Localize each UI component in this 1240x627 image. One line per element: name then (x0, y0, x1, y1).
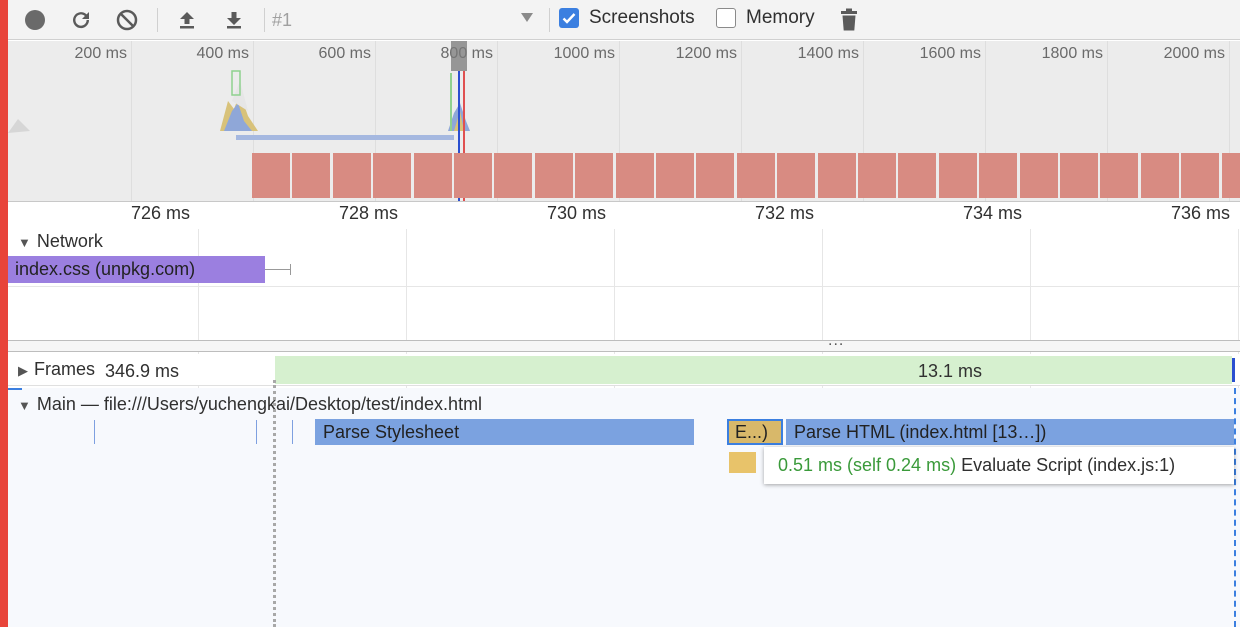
expand-triangle-icon[interactable]: ▼ (18, 235, 31, 250)
collapse-triangle-icon[interactable]: ▶ (18, 363, 28, 379)
frame-screenshot[interactable] (1140, 153, 1179, 198)
dom-content-loaded-marker (273, 380, 276, 627)
frame-screenshot[interactable] (656, 153, 694, 198)
expand-triangle-icon[interactable]: ▼ (18, 398, 31, 413)
resize-divider[interactable]: ... (8, 332, 1240, 352)
frame-end-marker (1232, 358, 1235, 382)
ruler-tick-label: 736 ms (1170, 203, 1230, 223)
task-tick[interactable] (94, 420, 95, 444)
screenshots-label[interactable]: Screenshots (589, 6, 695, 30)
timeline-overview[interactable]: 200 ms400 ms600 ms800 ms1000 ms1200 ms14… (8, 41, 1240, 202)
network-row-divider (8, 286, 1240, 287)
network-label: Network (36, 231, 103, 251)
frame-screenshot[interactable] (534, 153, 573, 198)
network-track-header[interactable]: ▼ Network (18, 231, 103, 252)
profile-select[interactable]: #1 (272, 8, 292, 32)
ruler-tick-label: 728 ms (338, 203, 398, 223)
frame-screenshot[interactable] (817, 153, 856, 198)
frame-screenshot[interactable] (575, 153, 614, 198)
ruler-tick-label: 730 ms (546, 203, 606, 223)
frame-screenshot[interactable] (898, 153, 937, 198)
frame-screenshot[interactable] (1181, 153, 1220, 198)
frames-track-header[interactable]: ▶ Frames (18, 359, 95, 380)
upload-icon[interactable] (174, 7, 200, 33)
tooltip-title: Evaluate Script (index.js:1) (961, 455, 1176, 475)
frame-screenshot[interactable] (858, 153, 896, 198)
ruler-tick-label: 732 ms (754, 203, 814, 223)
memory-checkbox[interactable] (716, 8, 736, 28)
frame-screenshot[interactable] (1221, 153, 1240, 198)
frame-duration-1: 346.9 ms (105, 361, 275, 382)
frame-screenshot[interactable] (494, 153, 533, 198)
frame-screenshot[interactable] (979, 153, 1018, 198)
frame-screenshot[interactable] (252, 153, 290, 198)
record-icon[interactable] (22, 7, 48, 33)
toolbar-separator (549, 8, 550, 32)
clear-icon[interactable] (114, 7, 140, 33)
performance-panel: #1 Screenshots Memory 200 ms 400 ms 600 ms… (0, 0, 1240, 627)
frame-screenshot[interactable] (938, 153, 977, 198)
frame-screenshot[interactable] (413, 153, 452, 198)
overview-selection-handle[interactable] (451, 41, 467, 71)
frame-screenshot[interactable] (373, 153, 412, 198)
main-focus-indicator (8, 388, 22, 390)
ruler-tick-label: 726 ms (130, 203, 190, 223)
frame-screenshot[interactable] (696, 153, 735, 198)
ruler-tick-label: 734 ms (962, 203, 1022, 223)
event-tooltip: 0.51 ms (self 0.24 ms) Evaluate Script (… (764, 447, 1234, 484)
trash-icon[interactable] (836, 7, 862, 33)
frame-screenshot[interactable] (292, 153, 331, 198)
screenshots-checkbox[interactable] (559, 8, 579, 28)
resize-handle-icon[interactable]: ... (828, 332, 844, 350)
dropdown-arrow-icon[interactable] (521, 13, 533, 22)
frame-screenshot[interactable] (332, 153, 371, 198)
memory-label[interactable]: Memory (746, 6, 815, 30)
compile-script-event[interactable] (729, 452, 756, 473)
main-track-header[interactable]: ▼ Main — file:///Users/yuchengkai/Desktop… (18, 394, 482, 415)
request-whisker-end (290, 264, 291, 275)
main-thread-label: Main — file:///Users/yuchengkai/Desktop/… (36, 394, 483, 414)
frame-screenshot[interactable] (777, 153, 816, 198)
frame-screenshot[interactable] (736, 153, 775, 198)
parse-html-event[interactable]: Parse HTML (index.html [13…]) (786, 419, 1234, 445)
task-tick[interactable] (256, 420, 257, 444)
evaluate-script-event[interactable]: E...) (727, 419, 783, 445)
frame-bar[interactable] (275, 356, 1232, 384)
frame-screenshot[interactable] (1019, 153, 1058, 198)
frame-screenshot[interactable] (1100, 153, 1139, 198)
frame-screenshot[interactable] (615, 153, 654, 198)
time-ruler: 726 ms 728 ms 730 ms 732 ms 734 ms 736 ms (8, 203, 1240, 229)
download-icon[interactable] (221, 7, 247, 33)
task-tick[interactable] (292, 420, 293, 444)
toolbar-separator (157, 8, 158, 32)
frame-screenshot[interactable] (1060, 153, 1098, 198)
frame-screenshot[interactable] (454, 153, 492, 198)
tooltip-timing: 0.51 ms (self 0.24 ms) (778, 455, 957, 475)
toolbar-separator (264, 8, 265, 32)
network-request-bar[interactable]: index.css (unpkg.com) (8, 256, 265, 283)
frames-label: Frames (34, 359, 96, 379)
parse-stylesheet-event[interactable]: Parse Stylesheet (315, 419, 694, 445)
toolbar: #1 Screenshots Memory (8, 0, 1240, 40)
frame-duration-2: 13.1 ms (918, 361, 983, 381)
load-event-marker (1234, 388, 1236, 627)
frames-track: ▶ Frames 346.9 ms 13.1 ms (8, 354, 1240, 386)
request-whisker (265, 269, 291, 270)
window-edge (0, 0, 8, 627)
reload-icon[interactable] (68, 7, 94, 33)
